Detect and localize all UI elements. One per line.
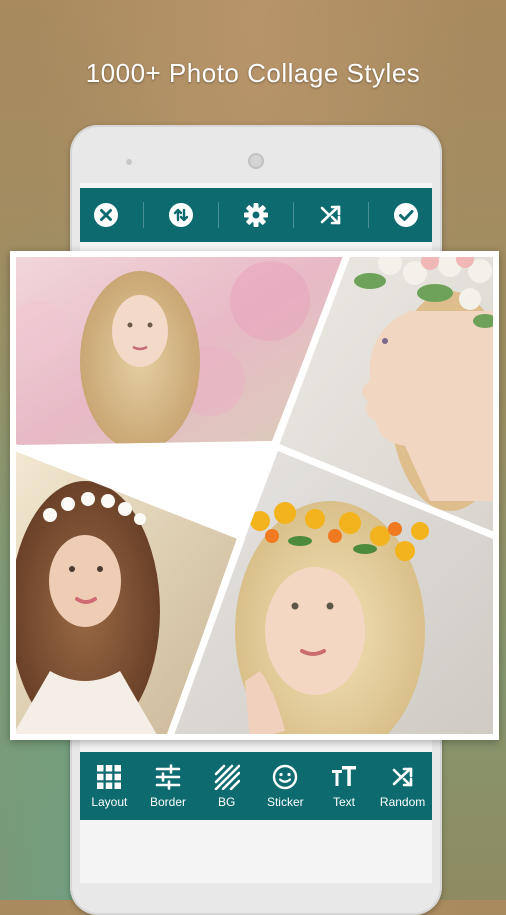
settings-button[interactable] (241, 200, 271, 230)
smiley-icon (273, 764, 298, 790)
swap-button[interactable] (166, 200, 196, 230)
divider (218, 202, 219, 228)
swap-circle-icon (169, 203, 193, 227)
bg-label: BG (217, 795, 236, 809)
phone-speaker (248, 153, 264, 169)
bg-button[interactable]: BG (199, 763, 255, 809)
sliders-icon (155, 764, 181, 790)
shuffle-icon (320, 205, 341, 225)
random-button[interactable]: Random (375, 763, 431, 809)
text-button[interactable]: Text (316, 763, 372, 809)
border-button[interactable]: Border (140, 763, 196, 809)
divider (368, 202, 369, 228)
close-button[interactable] (91, 200, 121, 230)
confirm-button[interactable] (391, 200, 421, 230)
gear-icon (244, 203, 268, 227)
photo-collage (10, 251, 499, 740)
sticker-button[interactable]: Sticker (257, 763, 313, 809)
layout-label: Layout (91, 795, 128, 809)
border-label: Border (149, 795, 186, 809)
shuffle-button[interactable] (316, 200, 346, 230)
stripes-icon (214, 764, 240, 790)
random-label: Random (379, 795, 426, 809)
collage-canvas (12, 253, 497, 738)
text-size-icon (331, 766, 356, 786)
divider (293, 202, 294, 228)
sticker-label: Sticker (266, 795, 304, 809)
shuffle-icon (392, 767, 412, 787)
close-circle-icon (94, 203, 118, 227)
layout-button[interactable]: Layout (81, 763, 137, 809)
text-label: Text (332, 795, 355, 809)
grid-icon (97, 765, 122, 789)
front-camera (126, 159, 132, 165)
top-toolbar (80, 188, 432, 242)
check-circle-icon (394, 203, 418, 227)
headline: 1000+ Photo Collage Styles (85, 58, 421, 88)
divider (143, 202, 144, 228)
bottom-toolbar: Layout Border BG Sticker Text Random (80, 752, 432, 820)
